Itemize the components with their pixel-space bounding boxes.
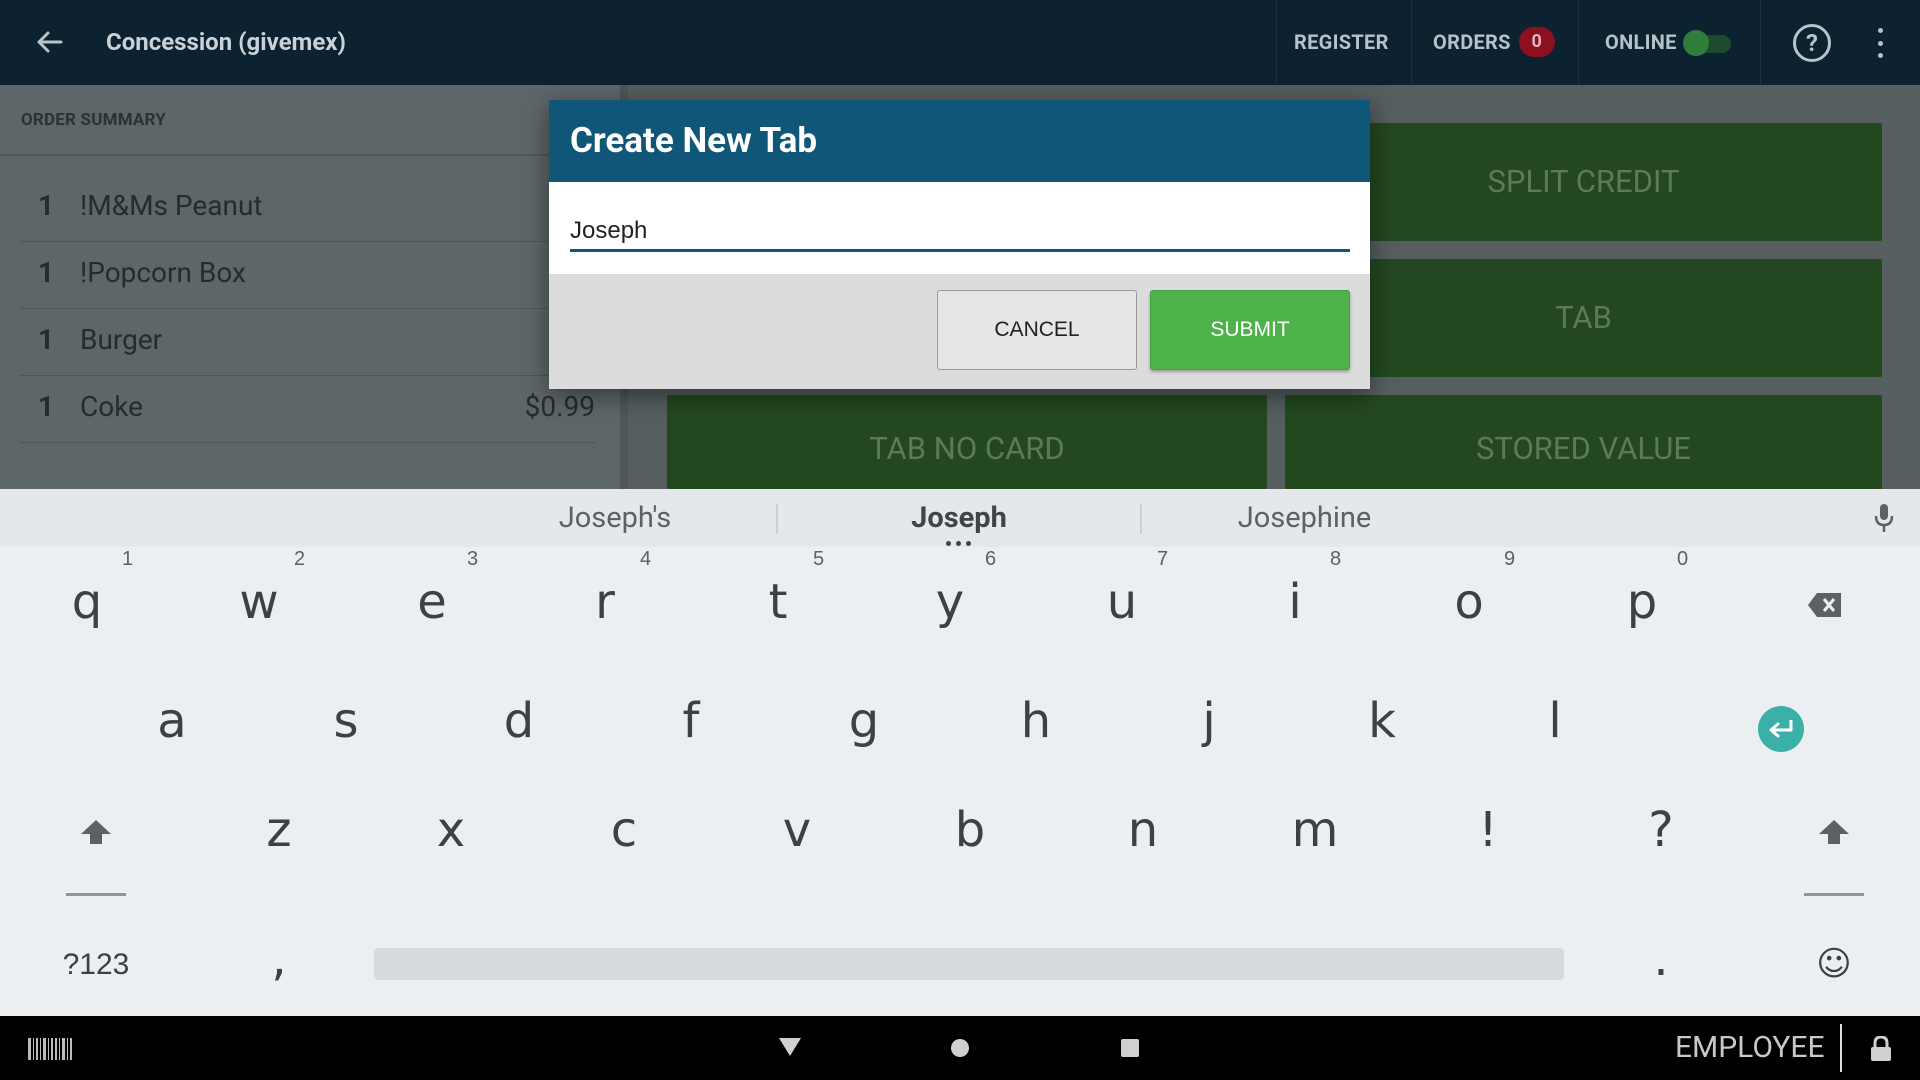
tab-button[interactable]: TAB (1285, 259, 1882, 377)
key-k[interactable]: k (1312, 671, 1452, 771)
key-b[interactable]: b (900, 780, 1040, 880)
key-a[interactable]: a (102, 671, 242, 771)
key-l[interactable]: l (1485, 671, 1625, 771)
key-comma[interactable]: , (209, 909, 349, 1009)
order-item-row[interactable]: 1 Coke $0.99 (20, 376, 595, 443)
more-options-icon[interactable] (1872, 28, 1888, 58)
item-name: !Popcorn Box (80, 256, 246, 289)
order-summary-panel: ORDER SUMMARY 1 !M&Ms Peanut $2 1 !Popco… (0, 85, 620, 489)
home-circle-icon[interactable] (950, 1038, 970, 1062)
item-name: Burger (80, 323, 163, 356)
app-bar: Concession (givemex) REGISTER ORDERS 0 ON… (0, 0, 1920, 85)
barcode-icon[interactable] (28, 1038, 72, 1060)
key-m[interactable]: m (1245, 780, 1385, 880)
key-t[interactable]: t5 (708, 548, 848, 652)
system-nav-bar: EMPLOYEE (0, 1016, 1920, 1080)
tab-name-input[interactable] (570, 212, 1350, 252)
divider (1276, 0, 1277, 85)
orders-button[interactable]: ORDERS 0 (1433, 0, 1555, 85)
key-h[interactable]: h (966, 671, 1106, 771)
shift-indicator (1804, 893, 1864, 896)
shift-left-icon[interactable] (26, 779, 166, 879)
back-triangle-icon[interactable] (778, 1037, 802, 1061)
key-g[interactable]: g (794, 671, 934, 771)
suggestion-center[interactable]: Joseph (778, 489, 1140, 547)
key-j[interactable]: j (1139, 671, 1279, 771)
lock-icon[interactable] (1870, 1035, 1892, 1062)
item-name: !M&Ms Peanut (80, 189, 263, 222)
item-quantity: 1 (38, 323, 55, 356)
order-summary-header: ORDER SUMMARY (21, 110, 166, 130)
divider (1411, 0, 1412, 85)
key-s[interactable]: s (276, 671, 416, 771)
key-w[interactable]: w2 (189, 548, 329, 652)
suggestion-right[interactable]: Josephine (1142, 489, 1467, 547)
orders-count-badge: 0 (1518, 26, 1555, 57)
shift-indicator (66, 893, 126, 896)
key-f[interactable]: f (621, 671, 761, 771)
order-item-row[interactable]: 1 Burger $3 (20, 309, 595, 376)
item-name: Coke (80, 390, 143, 423)
key-u[interactable]: u7 (1052, 548, 1192, 652)
symbols-key[interactable]: ?123 (26, 915, 166, 1015)
key-n[interactable]: n (1073, 780, 1213, 880)
online-label: ONLINE (1605, 30, 1677, 54)
key-question[interactable]: ? (1591, 780, 1731, 880)
key-i[interactable]: i8 (1225, 548, 1365, 652)
key-y[interactable]: y6 (880, 548, 1020, 652)
key-d[interactable]: d (449, 671, 589, 771)
microphone-icon[interactable] (1874, 503, 1894, 533)
key-x[interactable]: x (381, 780, 521, 880)
backspace-icon[interactable] (1755, 552, 1895, 652)
dialog-actions: CANCEL SUBMIT (549, 274, 1370, 389)
submit-button[interactable]: SUBMIT (1150, 290, 1350, 370)
stored-value-button[interactable]: STORED VALUE (1285, 395, 1882, 489)
divider (1760, 0, 1761, 85)
dialog-input-area (549, 182, 1370, 274)
help-icon[interactable]: ? (1793, 24, 1831, 62)
key-v[interactable]: v (727, 780, 867, 880)
spacebar[interactable] (374, 948, 1564, 980)
recents-square-icon[interactable] (1121, 1039, 1139, 1061)
key-exclamation[interactable]: ! (1418, 780, 1558, 880)
enter-icon[interactable] (1758, 706, 1804, 752)
item-quantity: 1 (38, 189, 55, 222)
item-quantity: 1 (38, 390, 55, 423)
tab-no-card-button[interactable]: TAB NO CARD (667, 395, 1267, 489)
soft-keyboard: Joseph's Joseph Josephine q1 w2 e3 r4 t5… (0, 489, 1920, 1016)
suggestion-left[interactable]: Joseph's (415, 489, 815, 547)
split-credit-button[interactable]: SPLIT CREDIT (1285, 123, 1882, 241)
create-tab-dialog: Create New Tab CANCEL SUBMIT (549, 100, 1370, 389)
suggestion-strip: Joseph's Joseph Josephine (0, 489, 1920, 547)
key-c[interactable]: c (554, 780, 694, 880)
more-suggestions-icon[interactable] (946, 541, 971, 546)
item-price: $0.99 (524, 390, 595, 423)
page-title: Concession (givemex) (106, 28, 346, 56)
divider (0, 154, 620, 156)
orders-label: ORDERS (1433, 30, 1511, 54)
order-item-row[interactable]: 1 !Popcorn Box $4 (20, 242, 595, 309)
key-r[interactable]: r4 (535, 548, 675, 652)
dialog-title: Create New Tab (549, 100, 1370, 182)
order-item-row[interactable]: 1 !M&Ms Peanut $2 (20, 175, 595, 242)
emoji-icon[interactable]: ☺ (1764, 914, 1904, 1014)
item-quantity: 1 (38, 256, 55, 289)
back-arrow-icon[interactable] (30, 22, 70, 62)
employee-label[interactable]: EMPLOYEE (1675, 1016, 1825, 1080)
key-q[interactable]: q1 (17, 548, 157, 652)
key-p[interactable]: p0 (1572, 548, 1712, 652)
key-z[interactable]: z (209, 780, 349, 880)
online-toggle[interactable] (1683, 30, 1733, 56)
key-e[interactable]: e3 (362, 548, 502, 652)
divider (1578, 0, 1579, 85)
shift-right-icon[interactable] (1764, 779, 1904, 879)
divider (1840, 1024, 1842, 1072)
key-o[interactable]: o9 (1399, 548, 1539, 652)
toggle-knob (1683, 30, 1709, 56)
key-period[interactable]: . (1591, 909, 1731, 1009)
cancel-button[interactable]: CANCEL (937, 290, 1137, 370)
register-button[interactable]: REGISTER (1294, 0, 1389, 85)
